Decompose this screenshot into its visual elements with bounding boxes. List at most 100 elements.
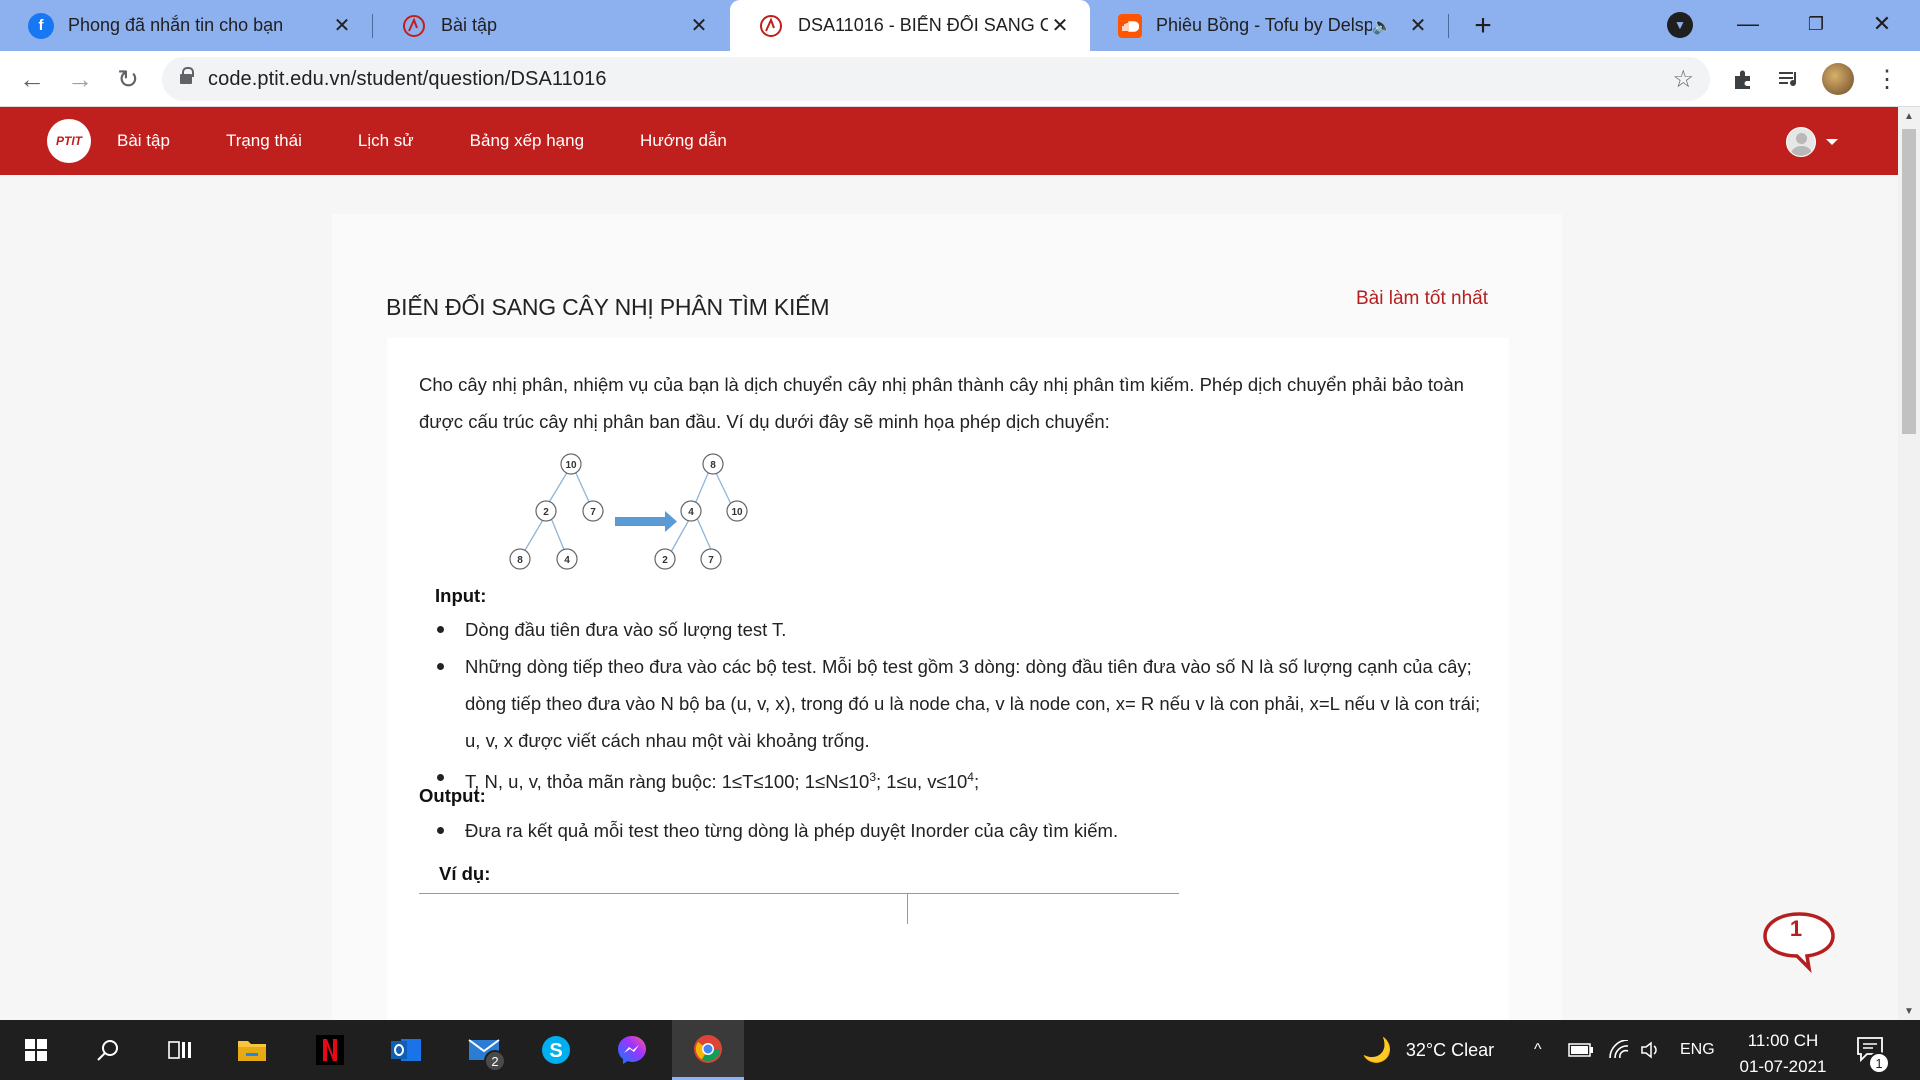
right-arrow-icon	[615, 511, 677, 532]
nav-trang-thai[interactable]: Trạng thái	[226, 131, 302, 151]
user-avatar[interactable]	[1786, 127, 1816, 157]
problem-intro: Cho cây nhị phân, nhiệm vụ của bạn là dị…	[419, 374, 1464, 432]
site-header: PTIT Bài tập Trạng thái Lịch sử Bảng xếp…	[0, 107, 1898, 175]
tab-title: Phong đã nhắn tin cho bạn	[68, 15, 284, 35]
chat-unread-count: 1	[1789, 916, 1803, 941]
tab-bai-tap[interactable]: Bài tập ✕	[373, 0, 729, 51]
new-tab-button[interactable]: +	[1465, 8, 1501, 44]
system-clock[interactable]: 11:00 CH 01-07-2021	[1728, 1028, 1838, 1080]
list-item: Những dòng tiếp theo đưa vào các bộ test…	[435, 648, 1495, 759]
constraint-exponent: 4	[967, 770, 974, 784]
chat-bubble-button[interactable]: 1	[1759, 908, 1839, 980]
task-view-icon[interactable]	[144, 1020, 216, 1080]
mail-badge: 2	[484, 1050, 506, 1072]
tree-transformation-figure: 10 2 7 8 4 8 4 10 2 7	[509, 453, 748, 570]
tree-node: 2	[543, 507, 549, 518]
tree-node: 8	[710, 460, 716, 471]
wifi-icon[interactable]	[1608, 1020, 1630, 1080]
soundcloud-icon	[1118, 13, 1142, 38]
list-item: Đưa ra kết quả mỗi test theo từng dòng l…	[435, 812, 1495, 849]
forward-arrow-icon[interactable]: →	[60, 59, 100, 99]
messenger-icon[interactable]	[596, 1020, 668, 1080]
input-list: Dòng đầu tiên đưa vào số lượng test T. N…	[435, 611, 1495, 800]
tree-node: 4	[564, 555, 570, 566]
tab-facebook[interactable]: f Phong đã nhắn tin cho bạn ✕	[0, 0, 372, 51]
constraint-text: ;	[973, 771, 980, 793]
tree-node: 10	[565, 460, 577, 471]
start-icon[interactable]	[0, 1020, 72, 1080]
file-explorer-icon[interactable]	[216, 1020, 288, 1080]
tab-title: DSA11016 - BIẾN ĐỔI SANG CÂY	[798, 15, 1048, 35]
volume-icon[interactable]	[1640, 1020, 1662, 1080]
tab-title: Bài tập	[441, 15, 498, 35]
lock-icon[interactable]	[180, 67, 194, 86]
output-list: Đưa ra kết quả mỗi test theo từng dòng l…	[435, 812, 1495, 849]
bookmark-star-icon[interactable]: ☆	[1672, 65, 1694, 94]
best-solution-link[interactable]: Bài làm tốt nhất	[1356, 288, 1488, 310]
nav-lich-su[interactable]: Lịch sử	[358, 131, 414, 151]
table-divider	[907, 894, 908, 924]
search-icon[interactable]	[72, 1020, 144, 1080]
battery-icon[interactable]	[1568, 1020, 1594, 1080]
site-nav: Bài tập Trạng thái Lịch sử Bảng xếp hạng…	[117, 107, 783, 175]
close-tab-icon[interactable]: ✕	[1406, 14, 1430, 38]
constraint-text: T, N, u, v, thỏa mãn ràng buộc: 1≤T≤100;…	[465, 771, 870, 793]
tab-search-icon[interactable]: ▼	[1667, 12, 1693, 38]
problem-statement: Cho cây nhị phân, nhiệm vụ của bạn là dị…	[387, 338, 1509, 1038]
tree-node: 10	[731, 507, 743, 518]
language-indicator[interactable]: ENG	[1680, 1020, 1715, 1080]
tab-dsa11016[interactable]: DSA11016 - BIẾN ĐỔI SANG CÂY ✕	[730, 0, 1090, 51]
ptit-icon	[401, 13, 427, 39]
outlook-icon[interactable]	[370, 1020, 442, 1080]
close-tab-icon[interactable]: ✕	[687, 14, 711, 38]
skype-icon[interactable]: S	[520, 1020, 592, 1080]
chrome-icon[interactable]	[672, 1020, 744, 1080]
problem-card: BIẾN ĐỔI SANG CÂY NHỊ PHÂN TÌM KIẾM Bài …	[332, 214, 1562, 1038]
moon-icon: 🌙	[1362, 1036, 1392, 1064]
reload-icon[interactable]: ↻	[108, 59, 148, 99]
example-heading: Ví dụ:	[439, 863, 491, 884]
tree-node: 4	[688, 507, 694, 518]
mail-icon[interactable]: 2	[448, 1020, 520, 1080]
tree-node: 7	[708, 555, 714, 566]
nav-huong-dan[interactable]: Hướng dẫn	[640, 131, 727, 151]
extensions-icon[interactable]	[1725, 61, 1761, 97]
close-tab-icon[interactable]: ✕	[1048, 14, 1072, 38]
minimize-button[interactable]: —	[1718, 4, 1778, 44]
input-heading: Input:	[435, 585, 487, 606]
clock-time: 11:00 CH	[1747, 1031, 1819, 1050]
nav-bang-xep-hang[interactable]: Bảng xếp hạng	[470, 131, 584, 151]
close-tab-icon[interactable]: ✕	[330, 14, 354, 38]
nav-bai-tap[interactable]: Bài tập	[117, 131, 170, 151]
more-menu-icon[interactable]: ⋮	[1869, 61, 1905, 97]
list-item: Dòng đầu tiên đưa vào số lượng test T.	[435, 611, 1495, 648]
scroll-up-icon[interactable]: ▲	[1898, 107, 1920, 125]
clock-date: 01-07-2021	[1739, 1057, 1827, 1076]
netflix-icon[interactable]	[294, 1020, 366, 1080]
close-window-button[interactable]: ✕	[1852, 4, 1912, 44]
ptit-icon	[758, 13, 784, 39]
scroll-down-icon[interactable]: ▼	[1898, 1002, 1920, 1020]
output-heading: Output:	[419, 785, 486, 806]
speaker-icon[interactable]: 🔈	[1372, 16, 1392, 36]
chevron-down-icon[interactable]	[1826, 139, 1838, 145]
restore-button[interactable]: ❐	[1786, 4, 1846, 44]
user-menu[interactable]	[1786, 127, 1838, 157]
svg-text:S: S	[549, 1040, 562, 1062]
tree-node: 2	[662, 555, 668, 566]
media-control-icon[interactable]	[1772, 61, 1808, 97]
tab-soundcloud[interactable]: Phiêu Bồng - Tofu by Delspx 🔈 ✕	[1090, 0, 1448, 51]
ptit-logo[interactable]: PTIT	[47, 119, 91, 163]
constraint-exponent: 3	[869, 770, 876, 784]
page-scrollbar[interactable]: ▲ ▼	[1898, 107, 1920, 1020]
show-hidden-icons[interactable]: ^	[1534, 1020, 1542, 1080]
problem-title: BIẾN ĐỔI SANG CÂY NHỊ PHÂN TÌM KIẾM	[386, 294, 830, 320]
weather-widget[interactable]: 🌙 32°C Clear	[1362, 1020, 1494, 1080]
profile-avatar[interactable]	[1822, 63, 1854, 95]
address-bar[interactable]: code.ptit.edu.vn/student/question/DSA110…	[162, 57, 1710, 101]
back-arrow-icon[interactable]: ←	[12, 59, 52, 99]
scroll-thumb[interactable]	[1902, 129, 1916, 434]
page-area: BIẾN ĐỔI SANG CÂY NHỊ PHÂN TÌM KIẾM Bài …	[0, 175, 1898, 1038]
list-item: T, N, u, v, thỏa mãn ràng buộc: 1≤T≤100;…	[435, 759, 1495, 800]
tree-node: 7	[590, 507, 596, 518]
